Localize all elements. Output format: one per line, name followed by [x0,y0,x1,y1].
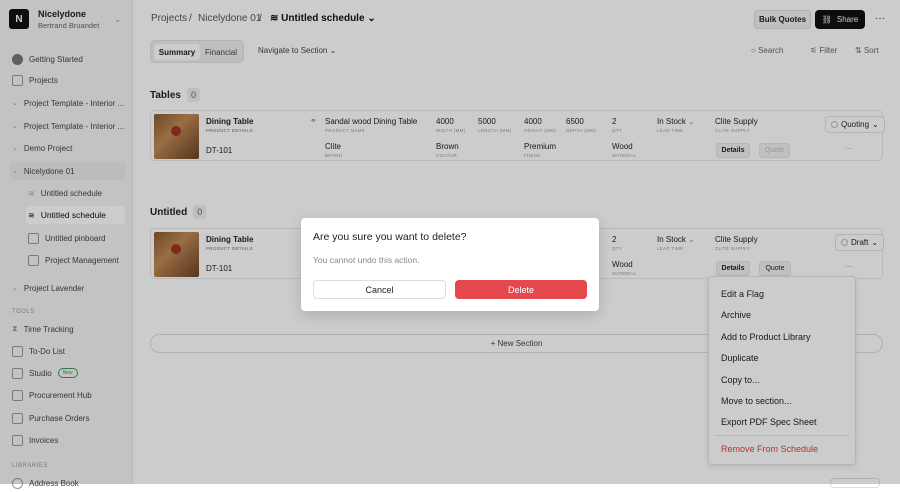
dialog-title: Are you sure you want to delete? [313,231,467,243]
dialog-message: You cannot undo this action. [313,255,420,265]
delete-button[interactable]: Delete [455,280,587,299]
cancel-button[interactable]: Cancel [313,280,446,299]
delete-confirm-dialog: Are you sure you want to delete? You can… [301,218,599,311]
